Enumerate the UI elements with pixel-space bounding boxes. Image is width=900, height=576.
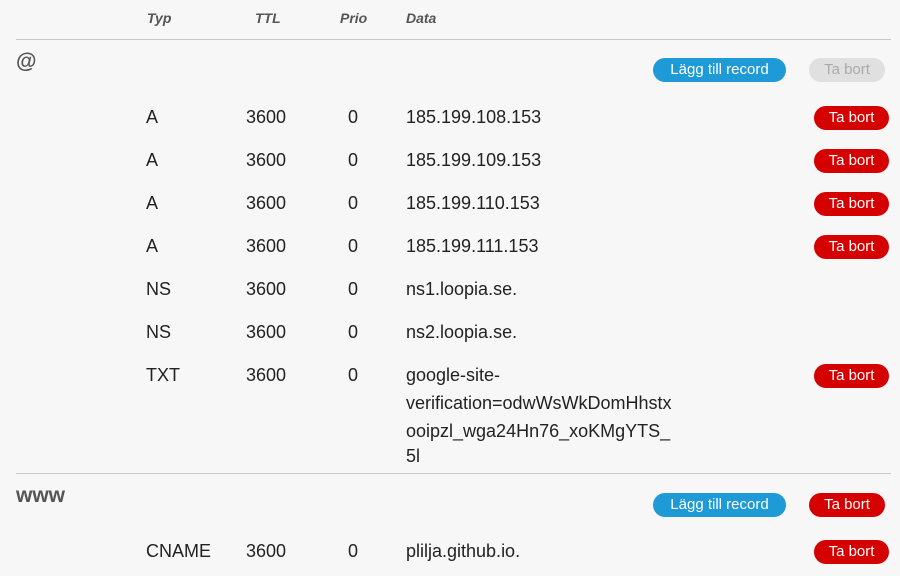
- record-data: 185.199.109.153: [406, 150, 542, 170]
- column-header-data: Data: [406, 10, 437, 26]
- record-ttl: 3600: [246, 322, 287, 342]
- column-header-ttl: TTL: [255, 10, 281, 26]
- record-type: A: [146, 107, 159, 127]
- record-data-line: ooipzl_wga24Hn76_xoKMgYTS_: [406, 421, 671, 441]
- record-ttl: 3600: [246, 365, 287, 385]
- record-data-line: verification=odwWsWkDomHhstx: [406, 393, 672, 413]
- record-data: 185.199.111.153: [406, 236, 539, 256]
- delete-record-button[interactable]: Ta bort: [814, 364, 889, 388]
- record-ttl: 3600: [246, 150, 287, 170]
- record-ttl: 3600: [246, 541, 287, 561]
- record-ttl: 3600: [246, 236, 287, 256]
- group-divider: [16, 473, 891, 474]
- record-data: ns1.loopia.se.: [406, 279, 518, 299]
- group-name: www: [16, 484, 66, 507]
- delete-record-button[interactable]: Ta bort: [814, 192, 889, 216]
- record-type: NS: [146, 322, 172, 342]
- record-ttl: 3600: [246, 107, 287, 127]
- add-record-button[interactable]: Lägg till record: [653, 493, 786, 517]
- add-record-button[interactable]: Lägg till record: [653, 58, 786, 82]
- record-data: plilja.github.io.: [406, 541, 521, 561]
- record-prio: 0: [348, 365, 359, 385]
- delete-record-button[interactable]: Ta bort: [814, 149, 889, 173]
- record-prio: 0: [348, 236, 359, 256]
- record-type: A: [146, 236, 159, 256]
- record-data-line: 5l: [406, 446, 421, 466]
- header-divider: [16, 39, 891, 40]
- record-prio: 0: [348, 150, 359, 170]
- delete-record-button[interactable]: Ta bort: [814, 235, 889, 259]
- delete-group-button-disabled: Ta bort: [809, 58, 885, 82]
- delete-record-button[interactable]: Ta bort: [814, 106, 889, 130]
- record-data: ns2.loopia.se.: [406, 322, 518, 342]
- record-data: 185.199.110.153: [406, 193, 540, 213]
- record-data-line: google-site-: [406, 365, 501, 385]
- record-ttl: 3600: [246, 279, 287, 299]
- record-ttl: 3600: [246, 193, 287, 213]
- record-prio: 0: [348, 193, 359, 213]
- record-data: 185.199.108.153: [406, 107, 542, 127]
- record-type: A: [146, 193, 159, 213]
- delete-group-button[interactable]: Ta bort: [809, 493, 885, 517]
- record-prio: 0: [348, 107, 359, 127]
- delete-record-button[interactable]: Ta bort: [814, 540, 889, 564]
- record-type: NS: [146, 279, 172, 299]
- record-prio: 0: [348, 322, 359, 342]
- record-type: TXT: [146, 365, 180, 385]
- group-name: @: [16, 50, 37, 73]
- record-type: CNAME: [146, 541, 212, 561]
- record-prio: 0: [348, 541, 359, 561]
- record-type: A: [146, 150, 159, 170]
- column-header-prio: Prio: [340, 10, 368, 26]
- record-prio: 0: [348, 279, 359, 299]
- column-header-typ: Typ: [147, 10, 172, 26]
